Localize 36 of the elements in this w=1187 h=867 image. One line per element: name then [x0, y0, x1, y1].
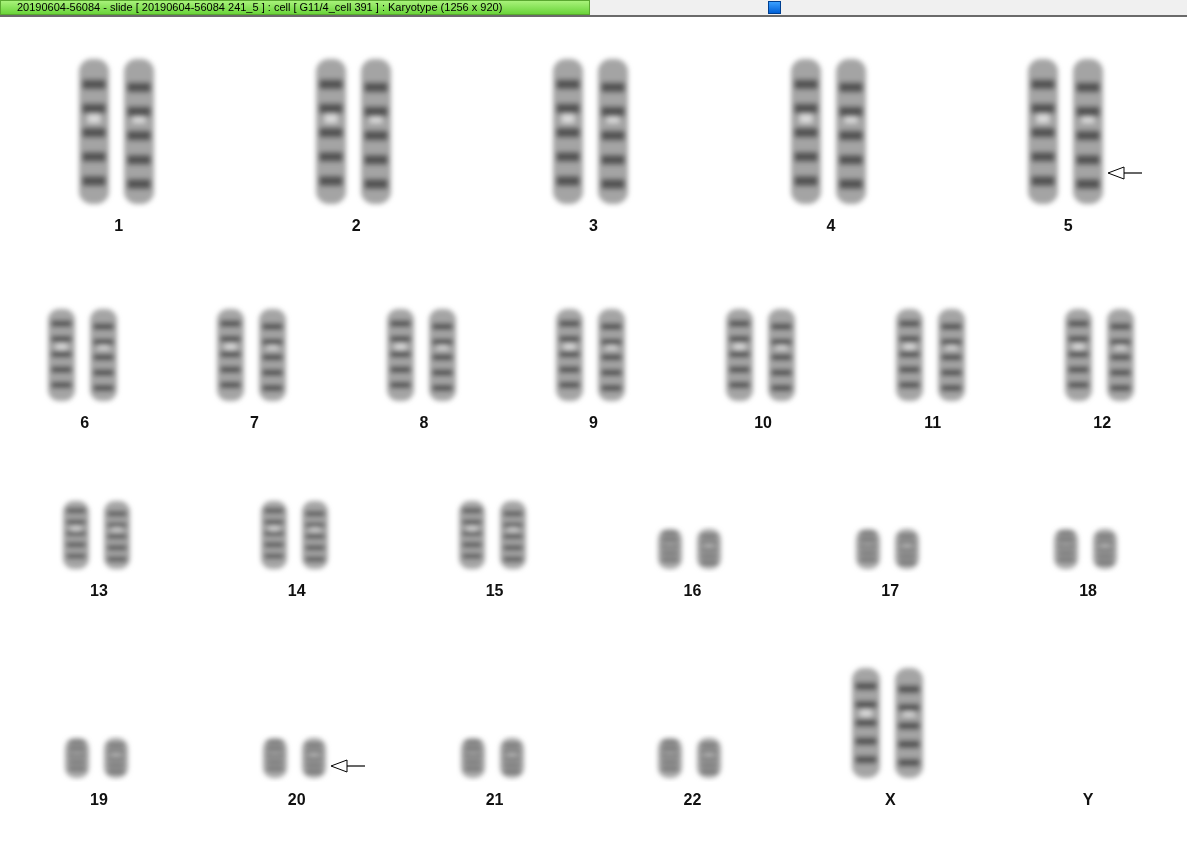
chromosome-pair-drawing: [658, 738, 722, 778]
chromosome-label: 15: [485, 582, 504, 600]
chromosome-label: 20: [287, 791, 306, 809]
chromosome-pair-drawing: [460, 738, 524, 778]
chromosome-label: 4: [826, 217, 836, 235]
chromosome-pair-drawing: [1054, 529, 1118, 569]
chromosome-label: 22: [683, 791, 702, 809]
chromosome-label: Y: [1082, 791, 1094, 809]
chromosome-label: 7: [249, 414, 259, 432]
chromosome-label: 12: [1093, 414, 1112, 432]
chromosome-pair-drawing: [64, 738, 128, 778]
chromosome-label: 9: [589, 414, 598, 432]
chromosome-label: 14: [287, 582, 306, 600]
chromosome-pair-drawing: [458, 501, 526, 569]
chromosome-pair-drawing: [856, 529, 920, 569]
chromosome-label: 16: [683, 582, 702, 600]
chromosome-label: 18: [1079, 582, 1097, 600]
chromosome-label: 17: [881, 582, 900, 600]
chromosome-pair-drawing: [62, 501, 130, 569]
window-title: 20190604-56084 - slide [ 20190604-56084 241_5 ] : cell [ G11/4_cell 391 ] : Karyotype (1256 x 920): [0, 0, 590, 15]
chromosome-pair-drawing: [658, 529, 722, 569]
chromosome-label: 5: [1063, 217, 1073, 235]
chromosome-label: 11: [924, 414, 942, 432]
chromosome-label: 1: [114, 217, 124, 235]
chromosome-label: 10: [754, 414, 772, 432]
chromosome-pair-drawing: [262, 738, 326, 778]
chromosome-label: 3: [589, 217, 598, 235]
chromosome-label: 2: [351, 217, 361, 235]
chromosome-label: 8: [419, 414, 429, 432]
chromosome-label: 19: [90, 791, 108, 809]
chromosome-label: X: [884, 791, 896, 809]
chromosome-pair-drawing: [260, 501, 328, 569]
chromosome-label: 21: [485, 791, 504, 809]
chromosome-label: 13: [90, 582, 108, 600]
chromosome-label: 6: [80, 414, 90, 432]
slider-thumb[interactable]: [768, 1, 781, 14]
